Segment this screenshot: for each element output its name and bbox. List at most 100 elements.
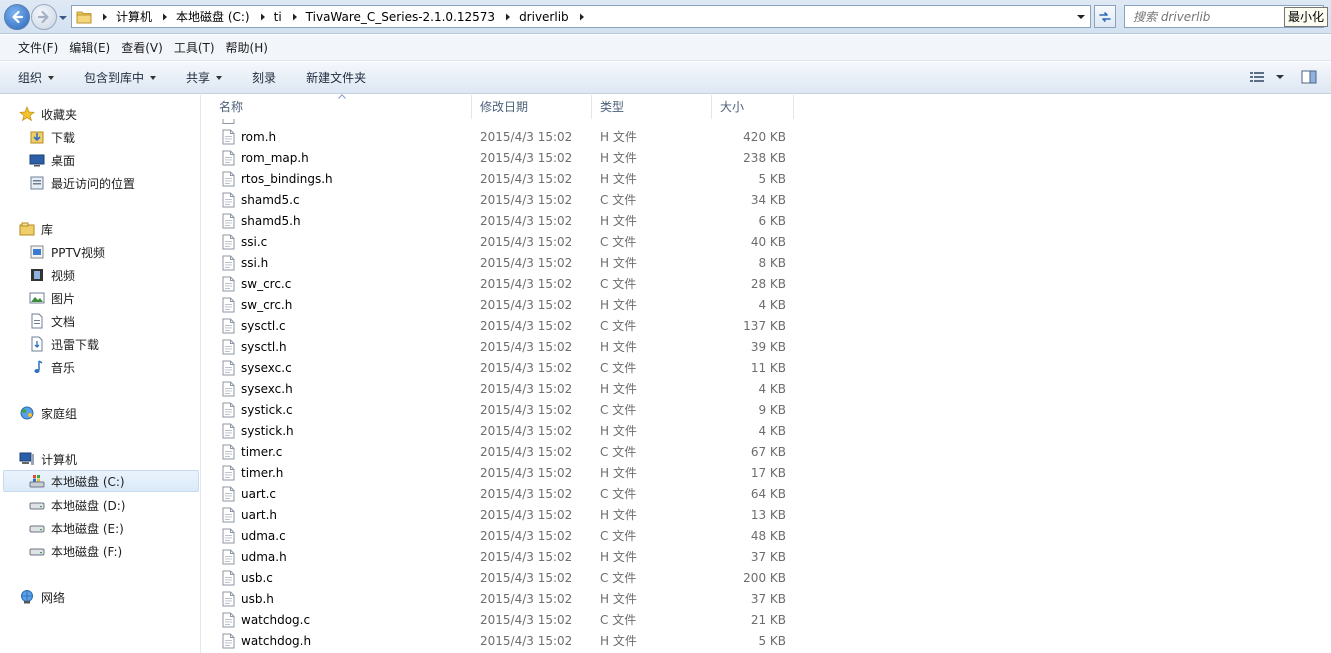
table-row[interactable]: shamd5.h 2015/4/3 15:02 H 文件 6 KB [211,210,794,231]
chevron-right-icon[interactable] [290,12,300,22]
table-row[interactable]: ssi.c 2015/4/3 15:02 C 文件 40 KB [211,231,794,252]
chevron-right-icon[interactable] [258,12,268,22]
organize-button[interactable]: 组织 [18,69,55,86]
address-history-dropdown-icon[interactable] [1076,12,1086,22]
column-header-type[interactable]: 类型 [592,95,712,119]
chevron-right-icon[interactable] [100,12,110,22]
table-row[interactable]: uart.c 2015/4/3 15:02 C 文件 64 KB [211,483,794,504]
table-row[interactable]: udma.c 2015/4/3 15:02 C 文件 48 KB [211,525,794,546]
nav-homegroup[interactable]: 家庭组 [19,402,77,424]
file-name-cell[interactable]: ssi.h [211,255,472,271]
nav-item-thunder-downloads[interactable]: 迅雷下载 [29,333,99,355]
table-row[interactable]: systick.c 2015/4/3 15:02 C 文件 9 KB [211,399,794,420]
nav-item-drive-f[interactable]: 本地磁盘 (F:) [29,540,122,562]
file-name-cell[interactable]: rom.h [211,129,472,145]
nav-libraries[interactable]: 库 [19,218,53,240]
table-row[interactable]: sysctl.c 2015/4/3 15:02 C 文件 137 KB [211,315,794,336]
nav-item-drive-d[interactable]: 本地磁盘 (D:) [29,494,125,516]
address-box[interactable]: 计算机 本地磁盘 (C:) ti TivaWare_C_Series-2.1.0… [71,5,1091,28]
new-folder-button[interactable]: 新建文件夹 [306,69,366,86]
nav-favorites[interactable]: 收藏夹 [19,103,77,125]
file-name-cell[interactable]: usb.h [211,591,472,607]
nav-item-pptv-videos[interactable]: PPTV视频 [29,241,105,263]
table-row[interactable]: watchdog.c 2015/4/3 15:02 C 文件 21 KB [211,609,794,630]
file-name-cell[interactable]: sysexc.h [211,381,472,397]
file-name-cell[interactable]: uart.c [211,486,472,502]
file-name-cell[interactable]: watchdog.c [211,612,472,628]
table-row[interactable]: rtos_bindings.h 2015/4/3 15:02 H 文件 5 KB [211,168,794,189]
menu-help[interactable]: 帮助(H) [226,39,268,56]
breadcrumb-item-computer[interactable]: 计算机 [116,8,152,25]
table-row[interactable]: usb.h 2015/4/3 15:02 H 文件 37 KB [211,588,794,609]
search-input[interactable] [1125,6,1275,27]
menu-edit[interactable]: 编辑(E) [69,39,110,56]
table-row[interactable]: sw_crc.h 2015/4/3 15:02 H 文件 4 KB [211,294,794,315]
chevron-right-icon[interactable] [503,12,513,22]
include-in-library-button[interactable]: 包含到库中 [84,69,157,86]
table-row[interactable]: rom.h 2015/4/3 15:02 H 文件 420 KB [211,126,794,147]
nav-item-desktop[interactable]: 桌面 [29,149,75,171]
file-name-cell[interactable]: watchdog.h [211,633,472,649]
file-name-cell[interactable]: usb.c [211,570,472,586]
nav-item-drive-c[interactable]: 本地磁盘 (C:) [3,470,199,492]
nav-item-drive-e[interactable]: 本地磁盘 (E:) [29,517,124,539]
share-button[interactable]: 共享 [186,69,223,86]
table-row[interactable]: usb.c 2015/4/3 15:02 C 文件 200 KB [211,567,794,588]
file-name-cell[interactable]: shamd5.h [211,213,472,229]
file-name-cell[interactable]: sw_crc.h [211,297,472,313]
table-row[interactable]: watchdog.h 2015/4/3 15:02 H 文件 5 KB [211,630,794,651]
file-name-cell[interactable]: systick.c [211,402,472,418]
table-row[interactable]: udma.h 2015/4/3 15:02 H 文件 37 KB [211,546,794,567]
view-details-icon[interactable] [1249,70,1265,84]
breadcrumb-item-drive-c[interactable]: 本地磁盘 (C:) [176,8,250,25]
file-name-cell[interactable]: udma.c [211,528,472,544]
file-name-cell[interactable]: shamd5.c [211,192,472,208]
nav-item-documents[interactable]: 文档 [29,310,75,332]
view-options-dropdown-icon[interactable] [1275,70,1285,84]
file-name-cell[interactable]: rom_map.h [211,150,472,166]
recent-pages-dropdown-icon[interactable] [58,13,68,23]
chevron-right-icon[interactable] [577,12,587,22]
table-row[interactable]: systick.h 2015/4/3 15:02 H 文件 4 KB [211,420,794,441]
nav-item-music[interactable]: 音乐 [29,356,75,378]
nav-computer[interactable]: 计算机 [19,448,77,470]
nav-item-downloads[interactable]: 下载 [29,126,75,148]
table-row[interactable]: shamd5.c 2015/4/3 15:02 C 文件 34 KB [211,189,794,210]
burn-button[interactable]: 刻录 [252,69,276,86]
breadcrumb-item-driverlib[interactable]: driverlib [519,10,569,24]
breadcrumb-item-tivaware[interactable]: TivaWare_C_Series-2.1.0.12573 [306,10,495,24]
file-name-cell[interactable]: uart.h [211,507,472,523]
table-row[interactable]: timer.c 2015/4/3 15:02 C 文件 67 KB [211,441,794,462]
chevron-right-icon[interactable] [160,12,170,22]
menu-view[interactable]: 查看(V) [121,39,163,56]
nav-network[interactable]: 网络 [19,586,65,608]
file-name-cell[interactable]: udma.h [211,549,472,565]
nav-item-recent-places[interactable]: 最近访问的位置 [29,172,135,194]
file-name-cell[interactable]: timer.c [211,444,472,460]
file-name-cell[interactable]: ssi.c [211,234,472,250]
nav-item-pictures[interactable]: 图片 [29,287,75,309]
column-header-name[interactable]: 名称 [211,94,472,119]
table-row[interactable]: uart.h 2015/4/3 15:02 H 文件 13 KB [211,504,794,525]
preview-pane-icon[interactable] [1301,70,1317,84]
table-row[interactable]: rom_map.h 2015/4/3 15:02 H 文件 238 KB [211,147,794,168]
breadcrumb-item-ti[interactable]: ti [274,10,282,24]
table-row[interactable]: timer.h 2015/4/3 15:02 H 文件 17 KB [211,462,794,483]
nav-item-videos[interactable]: 视频 [29,264,75,286]
file-name-cell[interactable]: sysctl.h [211,339,472,355]
column-header-size[interactable]: 大小 [712,95,794,119]
table-row[interactable]: sysexc.h 2015/4/3 15:02 H 文件 4 KB [211,378,794,399]
file-name-cell[interactable]: sysctl.c [211,318,472,334]
file-name-cell[interactable]: rtos_bindings.h [211,171,472,187]
table-row[interactable]: sysctl.h 2015/4/3 15:02 H 文件 39 KB [211,336,794,357]
back-button[interactable] [4,4,30,30]
file-name-cell[interactable]: sw_crc.c [211,276,472,292]
file-name-cell[interactable]: sysexc.c [211,360,472,376]
file-name-cell[interactable]: systick.h [211,423,472,439]
table-row[interactable]: sw_crc.c 2015/4/3 15:02 C 文件 28 KB [211,273,794,294]
refresh-button[interactable] [1094,5,1116,28]
menu-file[interactable]: 文件(F) [18,39,58,56]
menu-tools[interactable]: 工具(T) [174,39,215,56]
forward-button[interactable] [31,4,57,30]
table-row[interactable]: ssi.h 2015/4/3 15:02 H 文件 8 KB [211,252,794,273]
